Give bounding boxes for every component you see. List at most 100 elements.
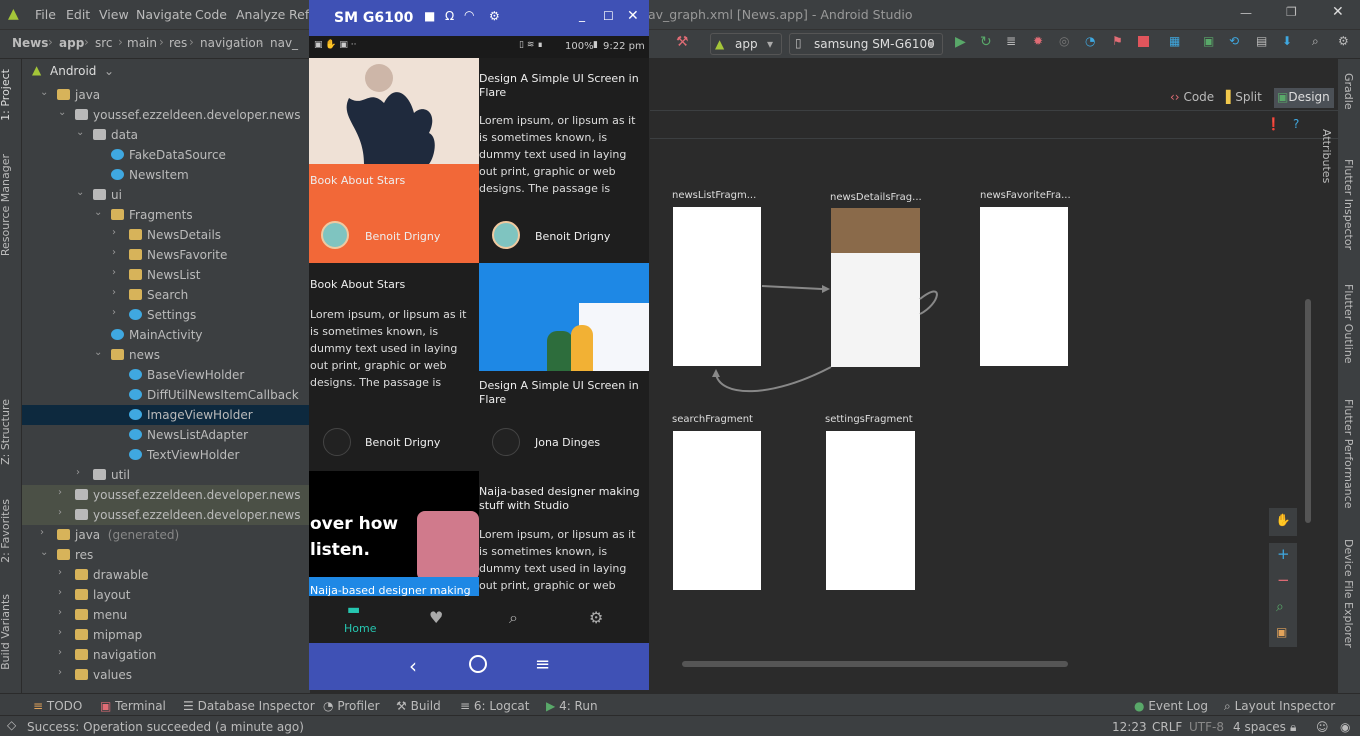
search-icon[interactable]: ⌕ [509, 608, 518, 628]
restore-icon[interactable]: ❐ [1286, 5, 1297, 19]
chevron-down-icon[interactable]: ⌄ [94, 207, 102, 218]
tab-structure[interactable]: Z: Structure [0, 399, 12, 465]
chevron-right-icon[interactable]: › [112, 227, 116, 238]
zoom-fit-icon[interactable]: ⌕ [1276, 599, 1284, 615]
chevron-down-icon[interactable]: ⌄ [76, 127, 84, 138]
tree-item[interactable]: ›youssef.ezzeldeen.developer.news(test) [22, 505, 360, 525]
headphones-icon[interactable]: Ω [445, 9, 454, 23]
chevron-right-icon[interactable]: › [58, 567, 62, 578]
tree-item[interactable]: ⌄ news [22, 345, 310, 365]
home-button-icon[interactable] [469, 655, 487, 673]
apply-changes-icon[interactable]: ↻ [980, 34, 992, 50]
tree-item[interactable]: › menu [22, 605, 310, 625]
tree-item[interactable]: ⌄ data [22, 125, 310, 145]
split-mode-button[interactable]: ▌Split [1226, 90, 1262, 104]
tab-build-variants[interactable]: Build Variants [0, 594, 12, 670]
tree-item[interactable]: ⌄ youssef.ezzeldeen.developer.news [22, 105, 310, 125]
zoom-in-icon[interactable]: + [1277, 545, 1290, 563]
breadcrumb-res[interactable]: res [169, 36, 187, 50]
tab-database-inspector[interactable]: ☰ Database Inspector [183, 699, 315, 713]
tree-item[interactable]: › mipmap [22, 625, 310, 645]
tree-item[interactable]: ⌄ res [22, 545, 310, 565]
nav-home[interactable]: ▬ Home [334, 602, 384, 638]
tab-logcat[interactable]: ≡ 6: Logcat [460, 699, 529, 713]
tree-item[interactable]: TextViewHolder [22, 445, 310, 465]
close-icon[interactable]: ✕ [1332, 4, 1344, 20]
tree-item[interactable]: › values [22, 665, 310, 685]
tab-favorites[interactable]: 2: Favorites [0, 499, 12, 563]
tab-todo[interactable]: ≡ TODO [33, 699, 82, 713]
chevron-down-icon[interactable]: ⌄ [40, 87, 48, 98]
profile-icon[interactable]: ◎ [1059, 34, 1069, 48]
breadcrumb-nav-file[interactable]: nav_ [270, 36, 298, 50]
tab-flutter-inspector[interactable]: Flutter Inspector [1342, 159, 1355, 250]
chevron-right-icon[interactable]: › [112, 287, 116, 298]
layout-toggle-icon[interactable]: ◇ [7, 718, 16, 732]
chevron-right-icon[interactable]: › [40, 527, 44, 538]
zoom-actual-icon[interactable]: ▣ [1276, 625, 1287, 639]
zoom-out-icon[interactable]: − [1277, 571, 1290, 589]
tree-item[interactable]: › Settings [22, 305, 310, 325]
debug-icon[interactable]: ✹ [1033, 34, 1043, 48]
settings-icon[interactable]: ⚙ [1338, 34, 1349, 48]
wifi-icon[interactable]: ◠ [464, 8, 474, 22]
camera-icon[interactable]: ■ [424, 9, 435, 23]
tree-item[interactable]: BaseViewHolder [22, 365, 310, 385]
tree-item[interactable]: NewsListAdapter [22, 425, 310, 445]
git-icon[interactable]: ☺ [1316, 720, 1329, 734]
chevron-right-icon[interactable]: › [112, 267, 116, 278]
chevron-right-icon[interactable]: › [58, 627, 62, 638]
recents-icon[interactable]: ≡ [535, 654, 550, 675]
tab-attributes[interactable]: Attributes [1320, 129, 1333, 183]
attach-debugger-icon[interactable]: ⚑ [1112, 34, 1123, 48]
tree-item[interactable]: › NewsFavorite [22, 245, 310, 265]
file-encoding[interactable]: UTF-8 [1189, 720, 1224, 734]
chevron-right-icon[interactable]: › [76, 467, 80, 478]
indent-setting[interactable]: 4 spaces [1233, 720, 1286, 734]
chevron-right-icon[interactable]: › [58, 607, 62, 618]
chevron-right-icon[interactable]: › [112, 247, 116, 258]
back-icon[interactable]: ‹ [409, 654, 417, 678]
code-mode-button[interactable]: ‹› Code [1170, 90, 1214, 104]
tree-item[interactable]: ⌄ ui [22, 185, 310, 205]
run-icon[interactable]: ▶ [955, 34, 966, 50]
tree-item[interactable]: › layout [22, 585, 310, 605]
notifications-icon[interactable]: ◉ [1340, 720, 1350, 734]
tab-project[interactable]: 1: Project [0, 69, 12, 121]
tab-profiler[interactable]: ◔ Profiler [323, 699, 380, 713]
search-icon[interactable]: ⌕ [1312, 34, 1319, 49]
horizontal-scrollbar[interactable] [682, 661, 1068, 667]
menu-view[interactable]: View [99, 7, 129, 22]
tab-device-file-explorer[interactable]: Device File Explorer [1342, 539, 1355, 648]
chevron-right-icon[interactable]: › [58, 587, 62, 598]
tree-item[interactable]: DiffUtilNewsItemCallback [22, 385, 310, 405]
favorite-icon[interactable]: ♥ [429, 608, 443, 627]
sdk-manager-icon[interactable]: ⬇ [1282, 34, 1292, 48]
tree-item[interactable]: › navigation [22, 645, 310, 665]
tab-flutter-outline[interactable]: Flutter Outline [1342, 284, 1355, 364]
chevron-down-icon[interactable]: ⌄ [40, 547, 48, 558]
lock-icon[interactable]: 🔒︎ [1290, 720, 1296, 735]
breadcrumb-main[interactable]: main [127, 36, 157, 50]
tab-gradle[interactable]: Gradle [1342, 73, 1355, 110]
chevron-right-icon[interactable]: › [58, 487, 62, 498]
menu-file[interactable]: File [35, 7, 56, 22]
tree-item[interactable]: › util [22, 465, 310, 485]
tree-item[interactable]: NewsItem [22, 165, 310, 185]
menu-analyze[interactable]: Analyze [236, 7, 285, 22]
news-card-text[interactable]: Design A Simple UI Screen in Flare Lorem… [479, 58, 649, 263]
menu-navigate[interactable]: Navigate [136, 7, 192, 22]
news-card-text[interactable]: Book About Stars Lorem ipsum, or lipsum … [309, 263, 479, 471]
tree-item[interactable]: FakeDataSource [22, 145, 310, 165]
chevron-down-icon[interactable]: ⌄ [58, 107, 66, 118]
settings-icon[interactable]: ⚙ [589, 608, 603, 627]
warning-icon[interactable]: ❗ [1266, 117, 1281, 131]
menu-edit[interactable]: Edit [66, 7, 90, 22]
breadcrumb-news[interactable]: News [12, 36, 48, 50]
chevron-right-icon[interactable]: › [58, 667, 62, 678]
minimize-icon[interactable]: — [1240, 6, 1252, 20]
profiler-icon[interactable]: ◔ [1085, 34, 1095, 48]
tab-terminal[interactable]: ▣ Terminal [100, 699, 166, 713]
tree-item[interactable]: ⌄ Fragments [22, 205, 310, 225]
cursor-position[interactable]: 12:23 [1112, 720, 1147, 734]
